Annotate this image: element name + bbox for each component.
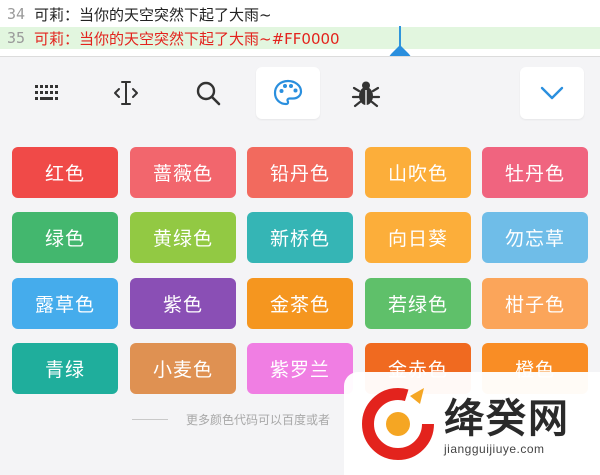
hint-divider xyxy=(132,419,168,420)
watermark-logo-icon xyxy=(362,388,434,460)
keyboard-toolbar xyxy=(0,57,600,127)
color-button[interactable]: 红色 xyxy=(12,147,118,198)
line-number: 34 xyxy=(7,5,26,23)
debug-button[interactable] xyxy=(334,67,398,119)
text-cursor-button[interactable] xyxy=(94,67,158,119)
color-button[interactable]: 青绿 xyxy=(12,343,118,394)
search-icon xyxy=(196,81,221,106)
color-button[interactable]: 若绿色 xyxy=(365,278,471,329)
color-button[interactable]: 铅丹色 xyxy=(247,147,353,198)
keyboard-button[interactable] xyxy=(16,67,80,119)
color-button[interactable]: 紫罗兰 xyxy=(247,343,353,394)
color-button[interactable]: 向日葵 xyxy=(365,212,471,263)
color-button[interactable]: 绿色 xyxy=(12,212,118,263)
color-button[interactable]: 柑子色 xyxy=(482,278,588,329)
line-number: 35 xyxy=(7,29,26,47)
palette-button[interactable] xyxy=(256,67,320,119)
collapse-button[interactable] xyxy=(520,67,584,119)
code-line-35[interactable]: 35 可莉：当你的天空突然下起了大雨~#FF0000 xyxy=(0,27,600,49)
color-button[interactable]: 蔷薇色 xyxy=(130,147,236,198)
color-button[interactable]: 黄绿色 xyxy=(130,212,236,263)
color-button[interactable]: 勿忘草 xyxy=(482,212,588,263)
chevron-down-icon xyxy=(540,86,564,100)
line-text[interactable]: 可莉：当你的天空突然下起了大雨~#FF0000 xyxy=(34,28,340,49)
color-button[interactable]: 小麦色 xyxy=(130,343,236,394)
keyboard-icon xyxy=(35,85,58,100)
color-button[interactable]: 露草色 xyxy=(12,278,118,329)
watermark: 绛癸网 jiangguijiuye.com xyxy=(344,372,600,475)
code-editor[interactable]: 34 可莉：当你的天空突然下起了大雨~ 35 可莉：当你的天空突然下起了大雨~#… xyxy=(0,0,600,56)
color-button[interactable]: 新桥色 xyxy=(247,212,353,263)
hint-text: 更多颜色代码可以百度或者 xyxy=(186,413,331,427)
watermark-url: jiangguijiuye.com xyxy=(444,442,545,456)
color-button[interactable]: 牡丹色 xyxy=(482,147,588,198)
bug-icon xyxy=(351,81,381,108)
palette-icon xyxy=(273,79,303,106)
color-button[interactable]: 紫色 xyxy=(130,278,236,329)
watermark-name: 绛癸网 xyxy=(444,396,570,442)
search-button[interactable] xyxy=(176,67,240,119)
line-text[interactable]: 可莉：当你的天空突然下起了大雨~ xyxy=(34,4,272,25)
color-button[interactable]: 山吹色 xyxy=(365,147,471,198)
text-cursor-icon xyxy=(114,81,138,105)
color-button[interactable]: 金茶色 xyxy=(247,278,353,329)
code-line-34[interactable]: 34 可莉：当你的天空突然下起了大雨~ xyxy=(0,3,600,25)
